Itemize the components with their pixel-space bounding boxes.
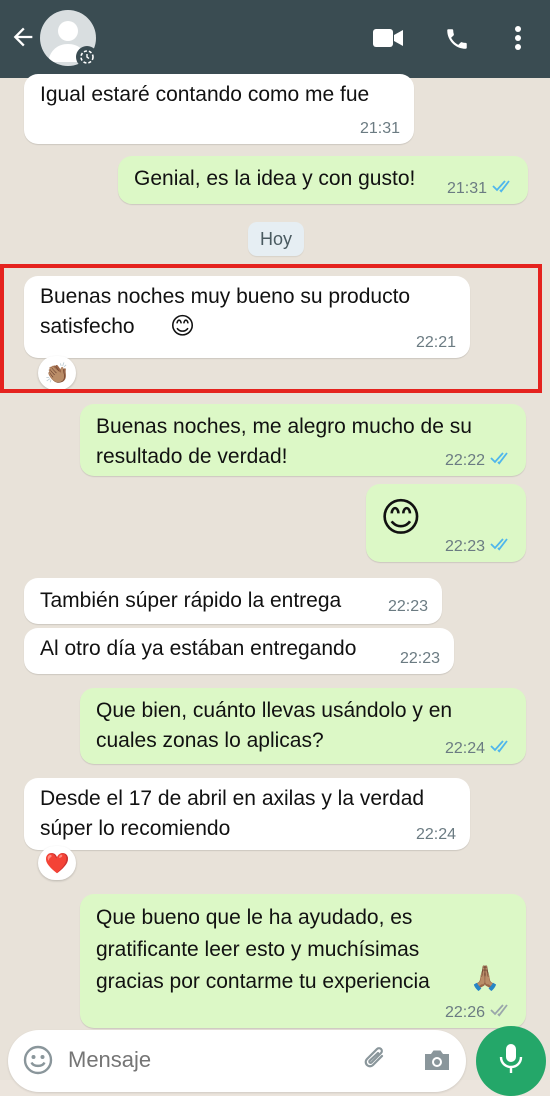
message-text: Que bien, cuánto llevas usándolo y en cu… (96, 699, 453, 752)
message-input[interactable] (66, 1044, 350, 1076)
double-check-icon (490, 739, 512, 758)
status-ring-icon (76, 46, 98, 68)
message-outgoing[interactable]: Genial, es la idea y con gusto! 21:31 (118, 156, 528, 204)
heart-emoji: ❤️ (44, 852, 70, 875)
smiling-face-emoji: 😊 (380, 496, 422, 540)
message-incoming[interactable]: También súper rápido la entrega 22:23 (24, 578, 442, 624)
camera-icon[interactable] (422, 1046, 452, 1079)
folded-hands-emoji: 🙏🏽 (470, 965, 500, 992)
message-time: 22:23 (399, 650, 440, 667)
message-text: Buenas noches muy bueno su producto sati… (40, 285, 411, 338)
back-arrow-icon[interactable] (6, 20, 40, 54)
emoji-icon[interactable] (22, 1044, 54, 1081)
message-time: 22:21 (415, 334, 456, 351)
message-text: También súper rápido la entrega (40, 589, 342, 612)
message-incoming[interactable]: Igual estaré contando como me fue 21:31 (24, 74, 414, 144)
message-time: 21:31 (359, 120, 400, 137)
message-text: Buenas noches, me alegro mucho de su res… (96, 415, 472, 468)
message-time: 22:22 (444, 451, 485, 469)
phone-icon[interactable] (440, 22, 474, 56)
day-separator: Hoy (248, 222, 304, 256)
message-outgoing[interactable]: Que bueno que le ha ayudado, es gratific… (80, 894, 526, 1028)
message-text: Genial, es la idea y con gusto! (134, 167, 416, 190)
double-check-icon (490, 451, 512, 470)
message-incoming[interactable]: Desde el 17 de abril en axilas y la verd… (24, 778, 470, 850)
message-text: Que bueno que le ha ayudado, es gratific… (96, 906, 430, 993)
reaction-badge[interactable]: 👏🏽 (38, 356, 76, 390)
mic-button[interactable] (476, 1026, 546, 1096)
message-time: 21:31 (446, 179, 487, 197)
message-outgoing[interactable]: Que bien, cuánto llevas usándolo y en cu… (80, 688, 526, 764)
clapping-hands-emoji: 👏🏽 (44, 362, 70, 385)
message-incoming[interactable]: Al otro día ya estában entregando 22:23 (24, 628, 454, 674)
message-time: 22:24 (415, 826, 456, 843)
attach-icon[interactable] (360, 1044, 390, 1081)
chat-header (0, 0, 550, 78)
message-input-bar (8, 1030, 466, 1092)
double-check-icon (490, 1003, 512, 1022)
message-outgoing[interactable]: 😊 22:23 (366, 484, 526, 562)
message-time: 22:23 (387, 598, 428, 615)
reaction-badge[interactable]: ❤️ (38, 846, 76, 880)
message-time: 22:24 (444, 739, 485, 757)
message-incoming[interactable]: Buenas noches muy bueno su producto sati… (24, 276, 470, 358)
message-time: 22:23 (444, 537, 485, 555)
message-text: Desde el 17 de abril en axilas y la verd… (40, 787, 425, 840)
more-options-icon[interactable] (506, 20, 530, 56)
video-call-icon[interactable] (370, 22, 406, 54)
message-text: Al otro día ya estában entregando (40, 637, 357, 660)
microphone-icon (498, 1042, 524, 1081)
double-check-icon (490, 537, 512, 556)
double-check-icon (492, 179, 514, 198)
message-outgoing[interactable]: Buenas noches, me alegro mucho de su res… (80, 404, 526, 476)
message-time: 22:26 (444, 1003, 485, 1021)
smiling-face-emoji: 😊 (170, 313, 196, 340)
message-text: Igual estaré contando como me fue (40, 83, 370, 106)
